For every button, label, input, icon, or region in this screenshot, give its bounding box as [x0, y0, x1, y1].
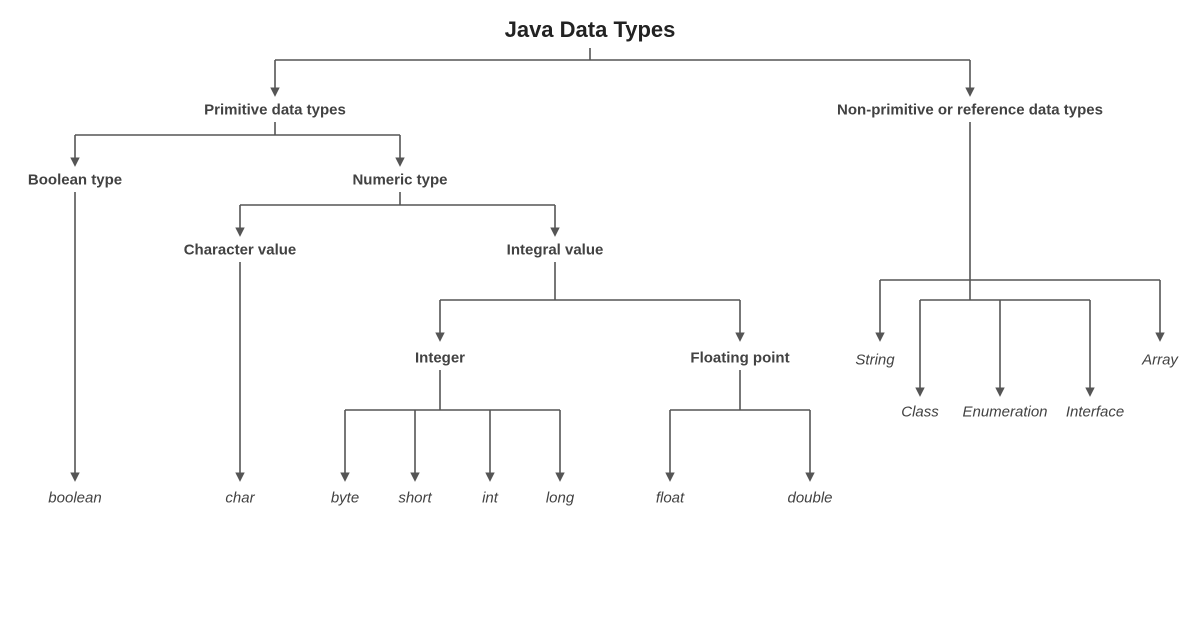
- node-integer: Integer: [415, 350, 465, 367]
- leaf-byte: byte: [331, 490, 359, 507]
- node-nonprimitive: Non-primitive or reference data types: [837, 102, 1103, 119]
- leaf-interface: Interface: [1066, 404, 1124, 421]
- root-title: Java Data Types: [505, 17, 676, 43]
- leaf-class: Class: [901, 404, 939, 421]
- leaf-boolean: boolean: [48, 490, 101, 507]
- node-floating-point: Floating point: [690, 350, 789, 367]
- leaf-string: String: [855, 352, 894, 369]
- leaf-int: int: [482, 490, 498, 507]
- leaf-enumeration: Enumeration: [962, 404, 1047, 421]
- leaf-char: char: [225, 490, 254, 507]
- node-numeric-type: Numeric type: [352, 172, 447, 189]
- node-boolean-type: Boolean type: [28, 172, 122, 189]
- leaf-long: long: [546, 490, 574, 507]
- connectors-svg: [0, 0, 1200, 623]
- node-character-value: Character value: [184, 242, 297, 259]
- leaf-float: float: [656, 490, 684, 507]
- diagram-stage: Java Data Types Primitive data types Non…: [0, 0, 1200, 623]
- node-integral-value: Integral value: [507, 242, 604, 259]
- leaf-double: double: [787, 490, 832, 507]
- leaf-array: Array: [1142, 352, 1178, 369]
- node-primitive: Primitive data types: [204, 102, 346, 119]
- leaf-short: short: [398, 490, 431, 507]
